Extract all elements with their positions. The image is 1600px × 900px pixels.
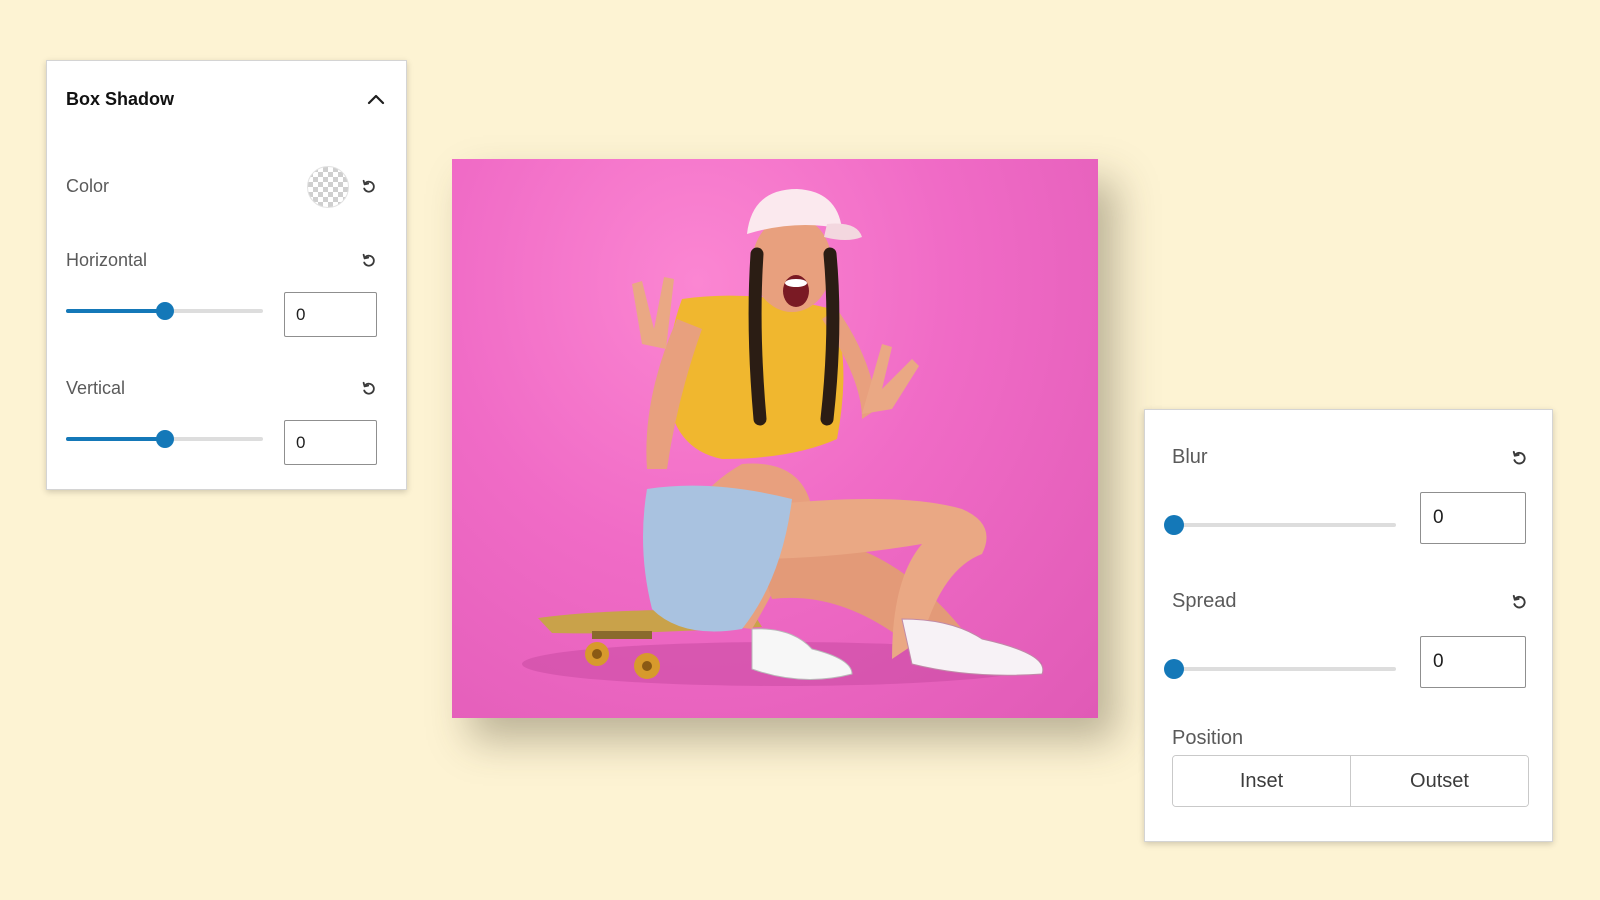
spread-reset-icon[interactable]: [1509, 592, 1529, 612]
slider-thumb[interactable]: [155, 302, 174, 320]
chevron-up-icon[interactable]: [365, 88, 387, 110]
color-reset-icon[interactable]: [359, 177, 379, 197]
inset-button[interactable]: Inset: [1173, 756, 1350, 806]
vertical-reset-icon[interactable]: [359, 379, 379, 399]
blur-reset-icon[interactable]: [1509, 448, 1529, 468]
panel-title: Box Shadow: [66, 88, 175, 109]
position-label: Position: [1172, 727, 1244, 749]
slider-fill: [66, 309, 165, 313]
blur-slider[interactable]: [1164, 515, 1396, 535]
spread-slider[interactable]: [1164, 659, 1396, 679]
slider-fill: [66, 437, 165, 441]
color-label: Color: [66, 176, 110, 196]
slider-track: [1174, 523, 1396, 527]
vertical-slider[interactable]: [66, 429, 263, 449]
vertical-input[interactable]: [284, 420, 377, 465]
slider-thumb[interactable]: [1164, 659, 1184, 679]
spread-label: Spread: [1172, 590, 1237, 612]
blur-input[interactable]: [1420, 492, 1526, 544]
horizontal-input[interactable]: [284, 292, 377, 337]
panel-header[interactable]: Box Shadow: [66, 85, 387, 113]
slider-thumb[interactable]: [155, 430, 174, 448]
outset-button[interactable]: Outset: [1350, 756, 1528, 806]
horizontal-label: Horizontal: [66, 250, 148, 270]
position-toggle-group: Inset Outset: [1172, 755, 1529, 807]
slider-track: [1174, 667, 1396, 671]
preview-photo: [452, 159, 1098, 718]
skater-illustration: [522, 189, 1044, 686]
slider-thumb[interactable]: [1164, 515, 1184, 535]
blur-spread-panel: Blur Spread Position Inset Outset: [1144, 409, 1553, 842]
horizontal-reset-icon[interactable]: [359, 251, 379, 271]
color-swatch[interactable]: [307, 166, 349, 208]
spread-input[interactable]: [1420, 636, 1526, 688]
blur-label: Blur: [1172, 446, 1208, 468]
vertical-label: Vertical: [66, 378, 126, 398]
box-shadow-panel: Box Shadow Color Horizontal Vertical: [46, 60, 407, 490]
horizontal-slider[interactable]: [66, 301, 263, 321]
